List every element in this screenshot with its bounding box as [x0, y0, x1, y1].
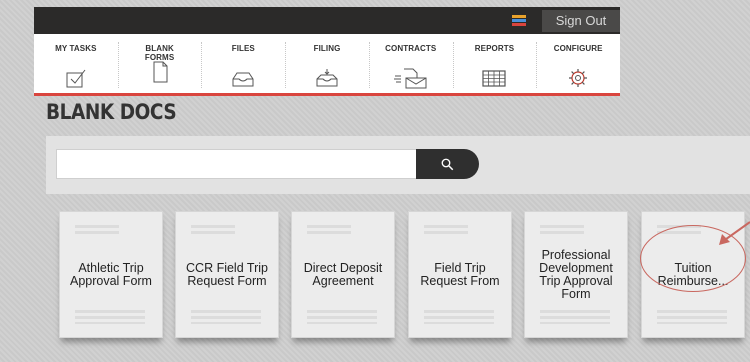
- nav-label: MY TASKS: [55, 44, 97, 53]
- hamburger-menu-icon[interactable]: [512, 15, 526, 27]
- nav-my-tasks[interactable]: MY TASKS: [34, 34, 118, 93]
- nav-filing[interactable]: FILING: [285, 34, 369, 93]
- nav-label: CONFIGURE: [553, 44, 603, 53]
- inbox-icon: [316, 69, 338, 87]
- search-icon: [441, 158, 454, 171]
- form-card-title: Direct Deposit Agreement: [303, 260, 383, 288]
- nav-label: FILING: [313, 44, 341, 53]
- nav-contracts[interactable]: CONTRACTS: [368, 34, 453, 93]
- main-navigation: MY TASKS BLANK FORMS FILES FILING CONTRA…: [34, 34, 620, 96]
- search-bar: [46, 136, 750, 194]
- form-card-title: Athletic Trip Approval Form: [70, 260, 152, 288]
- search-input[interactable]: [56, 149, 424, 179]
- checkbox-icon: [66, 69, 86, 88]
- top-bar: Sign Out: [34, 7, 620, 34]
- nav-configure[interactable]: CONFIGURE: [536, 34, 620, 93]
- nav-label: FILES: [231, 44, 255, 53]
- form-card[interactable]: Athletic Trip Approval Form: [59, 211, 163, 338]
- sign-out-button[interactable]: Sign Out: [542, 10, 620, 32]
- form-card-title: Field Trip Request From: [420, 260, 500, 288]
- form-card[interactable]: CCR Field Trip Request Form: [175, 211, 279, 338]
- nav-label: CONTRACTS: [385, 44, 437, 53]
- spreadsheet-icon: [482, 70, 507, 87]
- nav-blank-forms[interactable]: BLANK FORMS: [117, 34, 202, 93]
- form-card[interactable]: Professional Development Trip Approval F…: [524, 211, 628, 338]
- document-icon: [153, 61, 168, 83]
- form-card-title: Professional Development Trip Approval F…: [539, 247, 613, 301]
- nav-reports[interactable]: REPORTS: [452, 34, 537, 93]
- page-title: BLANK DOCS: [46, 100, 177, 124]
- search-button[interactable]: [416, 149, 479, 179]
- mail-document-icon: [393, 68, 427, 89]
- form-card[interactable]: Direct Deposit Agreement: [291, 211, 395, 338]
- nav-label: BLANK FORMS: [144, 44, 175, 62]
- arrow-annotation-icon: [719, 221, 750, 245]
- form-card[interactable]: Field Trip Request From: [408, 211, 512, 338]
- nav-label: REPORTS: [474, 44, 515, 53]
- tray-icon: [232, 72, 254, 87]
- gear-icon: [569, 69, 588, 87]
- nav-files[interactable]: FILES: [201, 34, 285, 93]
- form-card-title: CCR Field Trip Request Form: [186, 260, 268, 288]
